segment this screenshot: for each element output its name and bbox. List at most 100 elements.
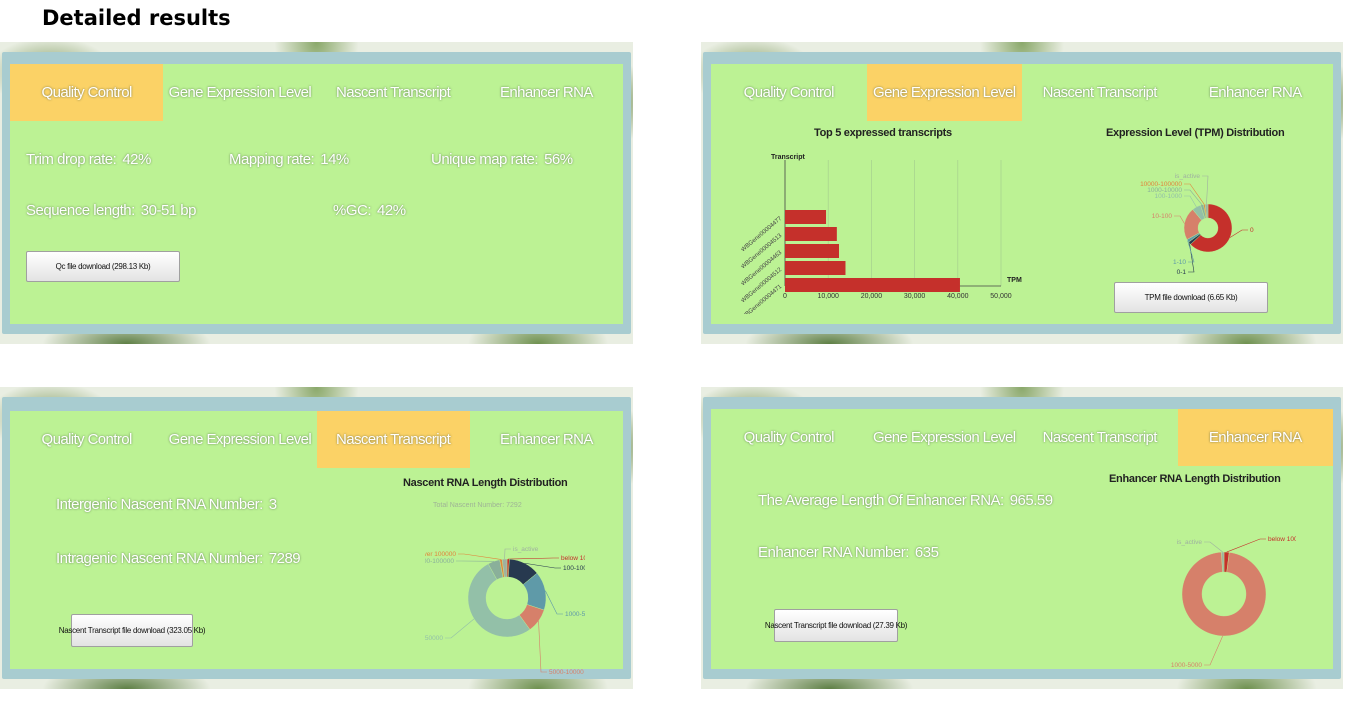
enhancer-rna-number: Enhancer RNA Number: 635 [758,544,939,561]
donut-slice-label: 1000-5000 [565,611,585,618]
gene-expression-panel: Quality Control Gene Expression Level Na… [701,42,1343,344]
qc-download-button[interactable]: Qc file download (298.13 Kb) [26,251,180,282]
unique-map-label: Unique map rate: [431,151,539,168]
intergenic-nascent-number: Intergenic Nascent RNA Number: 3 [56,496,277,513]
trim-drop-rate: Trim drop rate: 42% [26,151,151,168]
donut-slice-label: 10000-50000 [425,635,443,642]
tab-nascent-transcript[interactable]: Nascent Transcript [1022,409,1178,466]
top-transcripts-bar-chart: Transcript 0 10,000 20,000 30,000 40,000 50,00… [741,154,1022,314]
enhancer-download-button[interactable]: Nascent Transcript file download (27.39 … [765,609,907,642]
panel-content: Quality Control Gene Expression Level Na… [711,64,1333,324]
enhancer-number-label: Enhancer RNA Number: [758,544,909,561]
nascent-chart-title: Nascent RNA Length Distribution [403,477,568,489]
tab-gene-expression-level[interactable]: Gene Expression Level [867,409,1023,466]
donut-leader-line [1204,541,1223,553]
trim-drop-value: 42% [122,151,151,168]
donut-leader-line [508,557,559,560]
tab-enhancer-rna[interactable]: Enhancer RNA [1177,409,1333,466]
intragenic-value: 7289 [268,550,301,567]
donut-leader-line [1184,195,1197,208]
tab-gene-expression-level[interactable]: Gene Expression Level [866,64,1022,121]
bar-x-tick-label: 0 [783,293,787,300]
page-title: Detailed results [42,6,231,30]
bar-y-axis-label: Transcript [771,154,806,161]
bar-x-tick-label: 30,000 [904,293,926,300]
enhancer-chart-title: Enhancer RNA Length Distribution [1109,473,1281,485]
mapping-rate: Mapping rate: 14% [229,151,349,168]
donut-slice-label: 10-100 [1152,213,1173,220]
bar [785,244,839,258]
qc-panel: Quality Control Gene Expression Level Na… [0,42,633,344]
tab-gene-expression-level[interactable]: Gene Expression Level [163,411,316,468]
enhancer-rna-panel: Quality Control Gene Expression Level Na… [701,387,1343,689]
donut-leader-line [1229,229,1248,238]
enhancer-number-value: 635 [914,544,939,561]
bar [785,278,960,292]
donut-leader-line [1204,635,1223,666]
tab-quality-control[interactable]: Quality Control [10,64,164,121]
donut-leader-line [445,618,475,639]
donut-slice-label: is_active [1177,539,1203,546]
bar [785,261,846,275]
tab-bar: Quality Control Gene Expression Level Na… [711,409,1333,466]
donut-chart-title: Expression Level (TPM) Distribution [1106,127,1285,139]
tab-gene-expression-level[interactable]: Gene Expression Level [163,64,316,121]
donut-slice-label: 100-1000 [563,565,585,572]
intragenic-nascent-number: Intragenic Nascent RNA Number: 7289 [56,550,301,567]
tab-nascent-transcript[interactable]: Nascent Transcript [316,411,470,468]
donut-slice-label: 1-10 [1173,259,1186,266]
donut-slice-label: 100-1000 [1155,193,1183,200]
donut-slice-label: 5000-10000 [549,669,584,676]
tab-enhancer-rna[interactable]: Enhancer RNA [1178,64,1334,121]
tab-enhancer-rna[interactable]: Enhancer RNA [470,64,623,121]
bar-x-axis-label: TPM [1007,277,1022,284]
gc-label: %GC: [333,202,372,219]
tab-quality-control[interactable]: Quality Control [711,64,867,121]
bar-x-tick-label: 20,000 [861,293,883,300]
mapping-rate-value: 14% [320,151,349,168]
average-enhancer-length: The Average Length Of Enhancer RNA: 965.5… [758,492,1053,509]
tab-bar: Quality Control Gene Expression Level Na… [711,64,1333,121]
donut-slice-label: 0 [1250,227,1254,234]
nascent-download-button[interactable]: Nascent Transcript file download (323.05… [59,614,206,647]
tpm-download-button[interactable]: TPM file download (6.65 Kb) [1114,282,1268,313]
enhancer-length-donut: below 100 1000-5000 is_active [1171,536,1296,669]
gc-value: 42% [377,202,406,219]
bar-chart-title: Top 5 expressed transcripts [814,127,952,139]
trim-drop-label: Trim drop rate: [26,151,117,168]
tab-quality-control[interactable]: Quality Control [10,411,163,468]
tab-nascent-transcript[interactable]: Nascent Transcript [1022,64,1178,121]
nascent-transcript-panel: Quality Control Gene Expression Level Na… [0,387,633,689]
donut-slice-label: below 100 [561,555,585,562]
bar-x-tick-label: 40,000 [947,293,969,300]
donut-slice-label: 10000-100000 [1140,181,1182,188]
bar [785,210,827,224]
tpm-distribution-donut: 0 0-1 1-10 10-100 100-10001000-1000010000-10… [1140,173,1254,276]
unique-map-rate: Unique map rate: 56% [431,151,573,168]
intergenic-label: Intergenic Nascent RNA Number: [56,496,263,513]
tab-enhancer-rna[interactable]: Enhancer RNA [470,411,623,468]
donut-leader-line [1226,538,1266,553]
panel-content: Quality Control Gene Expression Level Na… [10,411,623,676]
donut-leader-line [504,548,511,560]
donut-slice-label: 1000-5000 [1171,662,1202,669]
tab-bar: Quality Control Gene Expression Level Na… [10,64,623,121]
sequence-length: Sequence length: 30-51 bp [26,202,196,219]
donut-leader-line [1184,183,1205,205]
intragenic-label: Intragenic Nascent RNA Number: [56,550,263,567]
tab-bar: Quality Control Gene Expression Level Na… [10,411,623,468]
bar [785,227,837,241]
donut-slice-label: 0-1 [1177,269,1187,276]
donut-slice-label: is_active [1175,173,1201,180]
unique-map-value: 56% [544,151,573,168]
tab-nascent-transcript[interactable]: Nascent Transcript [317,64,470,121]
tab-quality-control[interactable]: Quality Control [711,409,867,466]
donut-leader-line [545,590,563,615]
panel-content: Quality Control Gene Expression Level Na… [711,409,1333,669]
avg-length-value: 965.59 [1009,492,1053,509]
nascent-chart-subtitle: Total Nascent Number: 7292 [433,502,522,509]
panel-content: Quality Control Gene Expression Level Na… [10,64,623,324]
donut-leader-line [1174,215,1185,224]
donut-slice-label: below 100 [1268,536,1296,543]
donut-slice-label: 50000-100000 [425,558,454,565]
